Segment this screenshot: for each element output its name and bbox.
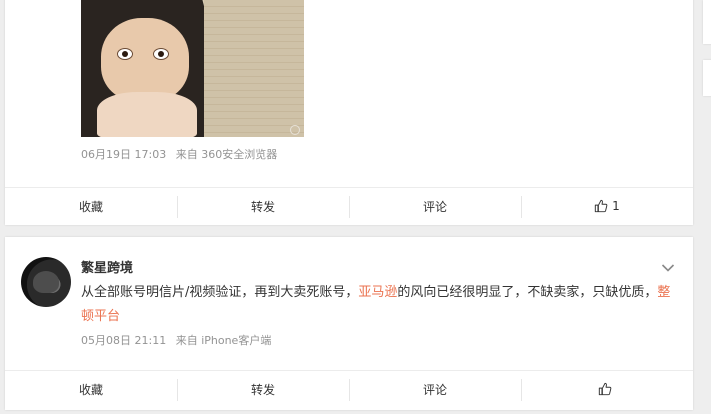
post-image[interactable] — [81, 0, 304, 137]
chevron-down-icon[interactable] — [661, 261, 675, 275]
post-text-part: 从全部账号明信片/视频验证，再到大卖死账号， — [81, 285, 359, 300]
weibo-card: 繁星跨境 从全部账号明信片/视频验证，再到大卖死账号，亚马逊的风向已经很明显了，… — [5, 237, 693, 410]
post-date[interactable]: 06月19日 17:03 — [81, 148, 166, 161]
post-text: 从全部账号明信片/视频验证，再到大卖死账号，亚马逊的风向已经很明显了，不缺卖家，… — [81, 281, 671, 329]
post-date[interactable]: 05月08日 21:11 — [81, 334, 166, 347]
right-edge-card — [703, 60, 711, 96]
topic-link[interactable]: 亚马逊 — [358, 285, 397, 300]
comment-label: 评论 — [422, 382, 447, 397]
post-meta: 06月19日 17:03 来自 360安全浏览器 — [81, 146, 277, 162]
image-cardboard-flap — [204, 0, 304, 137]
post-text-part: 的风向已经很明显了，不缺卖家，只缺优质， — [397, 285, 658, 300]
right-edge-card — [703, 0, 711, 44]
collect-button[interactable]: 收藏 — [5, 371, 177, 407]
image-eye — [153, 48, 169, 60]
repost-label: 转发 — [250, 382, 275, 397]
collect-button[interactable]: 收藏 — [5, 188, 177, 224]
post-source: 来自 360安全浏览器 — [175, 148, 278, 161]
thumbs-up-icon — [595, 199, 608, 213]
image-hands — [97, 92, 197, 137]
image-eye — [117, 48, 133, 60]
watermark-icon — [290, 125, 300, 135]
comment-button[interactable]: 评论 — [349, 188, 521, 224]
comment-button[interactable]: 评论 — [349, 371, 521, 407]
like-button[interactable] — [521, 371, 693, 407]
avatar[interactable] — [21, 257, 71, 307]
repost-label: 转发 — [250, 199, 275, 214]
post-source: 来自 iPhone客户端 — [175, 334, 272, 347]
weibo-card: 06月19日 17:03 来自 360安全浏览器 收藏 转发 评论 1 — [5, 0, 693, 225]
post-toolbar: 收藏 转发 评论 1 — [5, 187, 693, 224]
repost-button[interactable]: 转发 — [177, 188, 349, 224]
collect-label: 收藏 — [78, 199, 103, 214]
username[interactable]: 繁星跨境 — [81, 257, 133, 276]
comment-label: 评论 — [422, 199, 447, 214]
collect-label: 收藏 — [78, 382, 103, 397]
thumbs-up-icon — [598, 382, 612, 396]
image-face — [101, 18, 189, 102]
repost-button[interactable]: 转发 — [177, 371, 349, 407]
post-meta: 05月08日 21:11 来自 iPhone客户端 — [81, 332, 271, 348]
like-button[interactable]: 1 — [521, 188, 693, 224]
post-toolbar: 收藏 转发 评论 — [5, 370, 693, 407]
like-count: 1 — [612, 199, 620, 213]
